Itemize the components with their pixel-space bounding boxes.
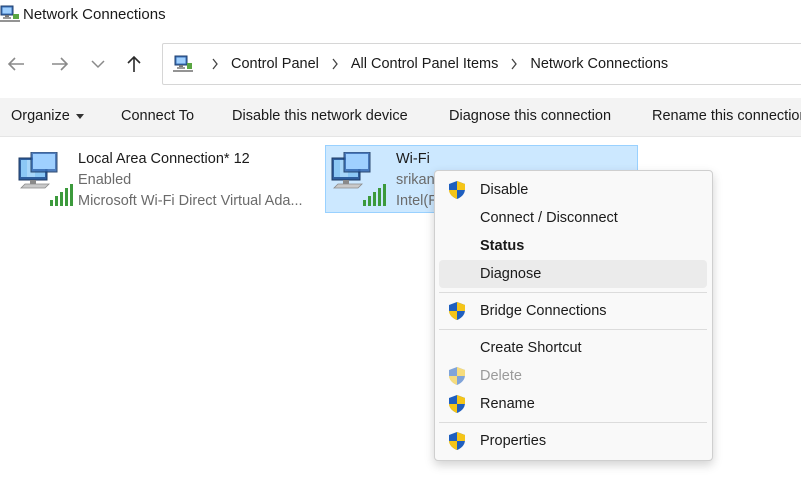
connection-device: Microsoft Wi-Fi Direct Virtual Ada...	[78, 193, 303, 209]
breadcrumb-control-panel[interactable]: Control Panel	[229, 56, 321, 72]
uac-shield-icon	[449, 181, 465, 199]
forward-button[interactable]	[48, 52, 72, 76]
rename-connection-button[interactable]: Rename this connection	[652, 108, 801, 124]
chevron-right-icon[interactable]	[206, 58, 224, 70]
menu-item-status[interactable]: Status	[439, 232, 707, 260]
back-button[interactable]	[4, 52, 28, 76]
context-menu: Disable Connect / Disconnect Status Diag…	[434, 170, 713, 461]
uac-shield-icon	[449, 395, 465, 413]
menu-label: Rename	[480, 396, 535, 412]
connect-to-button[interactable]: Connect To	[121, 108, 194, 124]
menu-label: Bridge Connections	[480, 303, 607, 319]
menu-label: Status	[480, 238, 525, 254]
menu-label: Diagnose	[480, 266, 542, 282]
uac-shield-icon	[449, 302, 465, 320]
breadcrumb-all-control-panel-items[interactable]: All Control Panel Items	[349, 56, 500, 72]
menu-item-rename[interactable]: Rename	[439, 390, 707, 418]
breadcrumb-network-connections[interactable]: Network Connections	[528, 56, 670, 72]
diagnose-connection-button[interactable]: Diagnose this connection	[449, 108, 611, 124]
menu-label: Create Shortcut	[480, 340, 582, 356]
menu-item-delete[interactable]: Delete	[439, 362, 707, 390]
chevron-right-icon[interactable]	[326, 58, 344, 70]
menu-label: Properties	[480, 433, 547, 449]
control-panel-location-icon	[173, 55, 193, 72]
chevron-down-icon	[91, 60, 105, 69]
organize-label: Organize	[11, 108, 70, 124]
window-title: Network Connections	[23, 6, 166, 23]
organize-button[interactable]: Organize	[11, 108, 84, 124]
menu-label: Connect / Disconnect	[480, 210, 618, 226]
disable-device-button[interactable]: Disable this network device	[232, 108, 408, 124]
menu-item-properties[interactable]: Properties	[439, 427, 707, 455]
connection-status: srikan	[396, 172, 435, 188]
menu-item-create-shortcut[interactable]: Create Shortcut	[439, 334, 707, 362]
uac-shield-icon	[449, 367, 465, 385]
connection-status: Enabled	[78, 172, 132, 188]
connection-name: Local Area Connection* 12	[78, 151, 250, 167]
up-arrow-icon	[127, 55, 141, 72]
connection-device: Intel(R	[396, 193, 439, 209]
menu-item-bridge-connections[interactable]: Bridge Connections	[439, 297, 707, 325]
menu-label: Disable	[480, 182, 529, 198]
address-bar[interactable]: Control Panel All Control Panel Items Ne…	[162, 43, 801, 85]
title-bar: Network Connections	[0, 0, 801, 32]
chevron-right-icon[interactable]	[505, 58, 523, 70]
menu-item-diagnose[interactable]: Diagnose	[439, 260, 707, 288]
menu-item-connect-disconnect[interactable]: Connect / Disconnect	[439, 204, 707, 232]
menu-separator	[439, 329, 707, 330]
uac-shield-icon	[449, 432, 465, 450]
breadcrumb: Control Panel All Control Panel Items Ne…	[201, 56, 670, 72]
menu-separator	[439, 422, 707, 423]
connection-item-local-area[interactable]: Local Area Connection* 12 Enabled Micros…	[8, 146, 318, 214]
dropdown-caret-icon	[75, 113, 84, 119]
menu-separator	[439, 292, 707, 293]
network-adapter-icon	[18, 152, 73, 206]
network-connections-app-icon	[0, 5, 20, 22]
navigation-bar: Control Panel All Control Panel Items Ne…	[0, 40, 801, 90]
connection-name: Wi-Fi	[396, 151, 430, 167]
forward-arrow-icon	[52, 57, 69, 71]
command-bar: Organize Connect To Disable this network…	[0, 98, 801, 137]
menu-item-disable[interactable]: Disable	[439, 176, 707, 204]
recent-locations-button[interactable]	[86, 52, 110, 76]
wifi-adapter-icon	[331, 152, 386, 206]
back-arrow-icon	[7, 57, 24, 71]
menu-label: Delete	[480, 368, 522, 384]
up-button[interactable]	[122, 52, 146, 76]
